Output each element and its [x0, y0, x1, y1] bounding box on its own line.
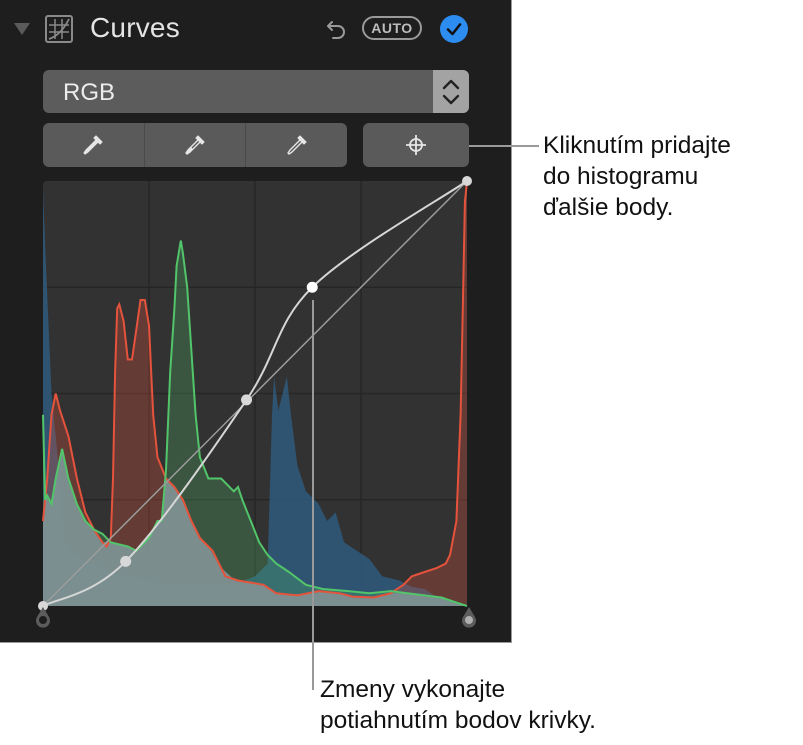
curve-endpoint[interactable] [462, 176, 472, 186]
black-point-handle[interactable] [35, 606, 51, 628]
callout-line-2: potiahnutím bodov krivky. [320, 707, 596, 734]
gray-point-eyedropper[interactable] [145, 123, 247, 167]
add-point-callout-line [469, 145, 539, 147]
curve-control-point[interactable] [120, 555, 132, 567]
curves-header: Curves AUTO [0, 0, 512, 60]
drag-points-callout: Zmeny vykonajte potiahnutím bodov krivky… [320, 674, 596, 736]
curve-control-point[interactable] [306, 281, 318, 293]
crosshair-icon [406, 135, 426, 155]
enable-checkbox[interactable] [440, 15, 468, 43]
curves-histogram[interactable] [38, 176, 472, 611]
eyedropper-half-icon [185, 135, 205, 155]
panel-title: Curves [90, 12, 180, 43]
checkmark-icon [446, 23, 462, 36]
add-point-callout: Kliknutím pridajte do histogramu ďalšie … [543, 130, 731, 223]
channel-select[interactable]: RGB [43, 70, 469, 113]
callout-line-2: do histogramu [543, 163, 699, 190]
auto-button[interactable]: AUTO [362, 16, 422, 40]
undo-icon[interactable] [324, 16, 350, 42]
white-point-eyedropper[interactable] [246, 123, 347, 167]
curves-icon [45, 15, 73, 43]
eyedropper-outline-icon [286, 135, 307, 155]
chevron-up-down-icon [442, 79, 460, 105]
callout-line-1: Zmeny vykonajte [320, 676, 506, 703]
callout-line-1: Kliknutím pridajte [543, 132, 731, 159]
histogram-graph[interactable] [38, 176, 472, 611]
curve-control-point[interactable] [241, 394, 253, 406]
white-point-handle[interactable] [461, 606, 477, 628]
add-point-button[interactable] [363, 123, 469, 167]
drag-points-callout-line [312, 300, 314, 690]
eyedropper-solid-icon [83, 135, 103, 155]
channel-select-value: RGB [63, 79, 116, 106]
disclosure-triangle-icon[interactable] [14, 23, 30, 35]
callout-line-3: ďalšie body. [543, 194, 674, 221]
eyedropper-group [43, 123, 347, 167]
select-stepper[interactable] [433, 70, 469, 113]
black-point-eyedropper[interactable] [43, 123, 145, 167]
curves-panel: Curves AUTO RGB [0, 0, 512, 643]
